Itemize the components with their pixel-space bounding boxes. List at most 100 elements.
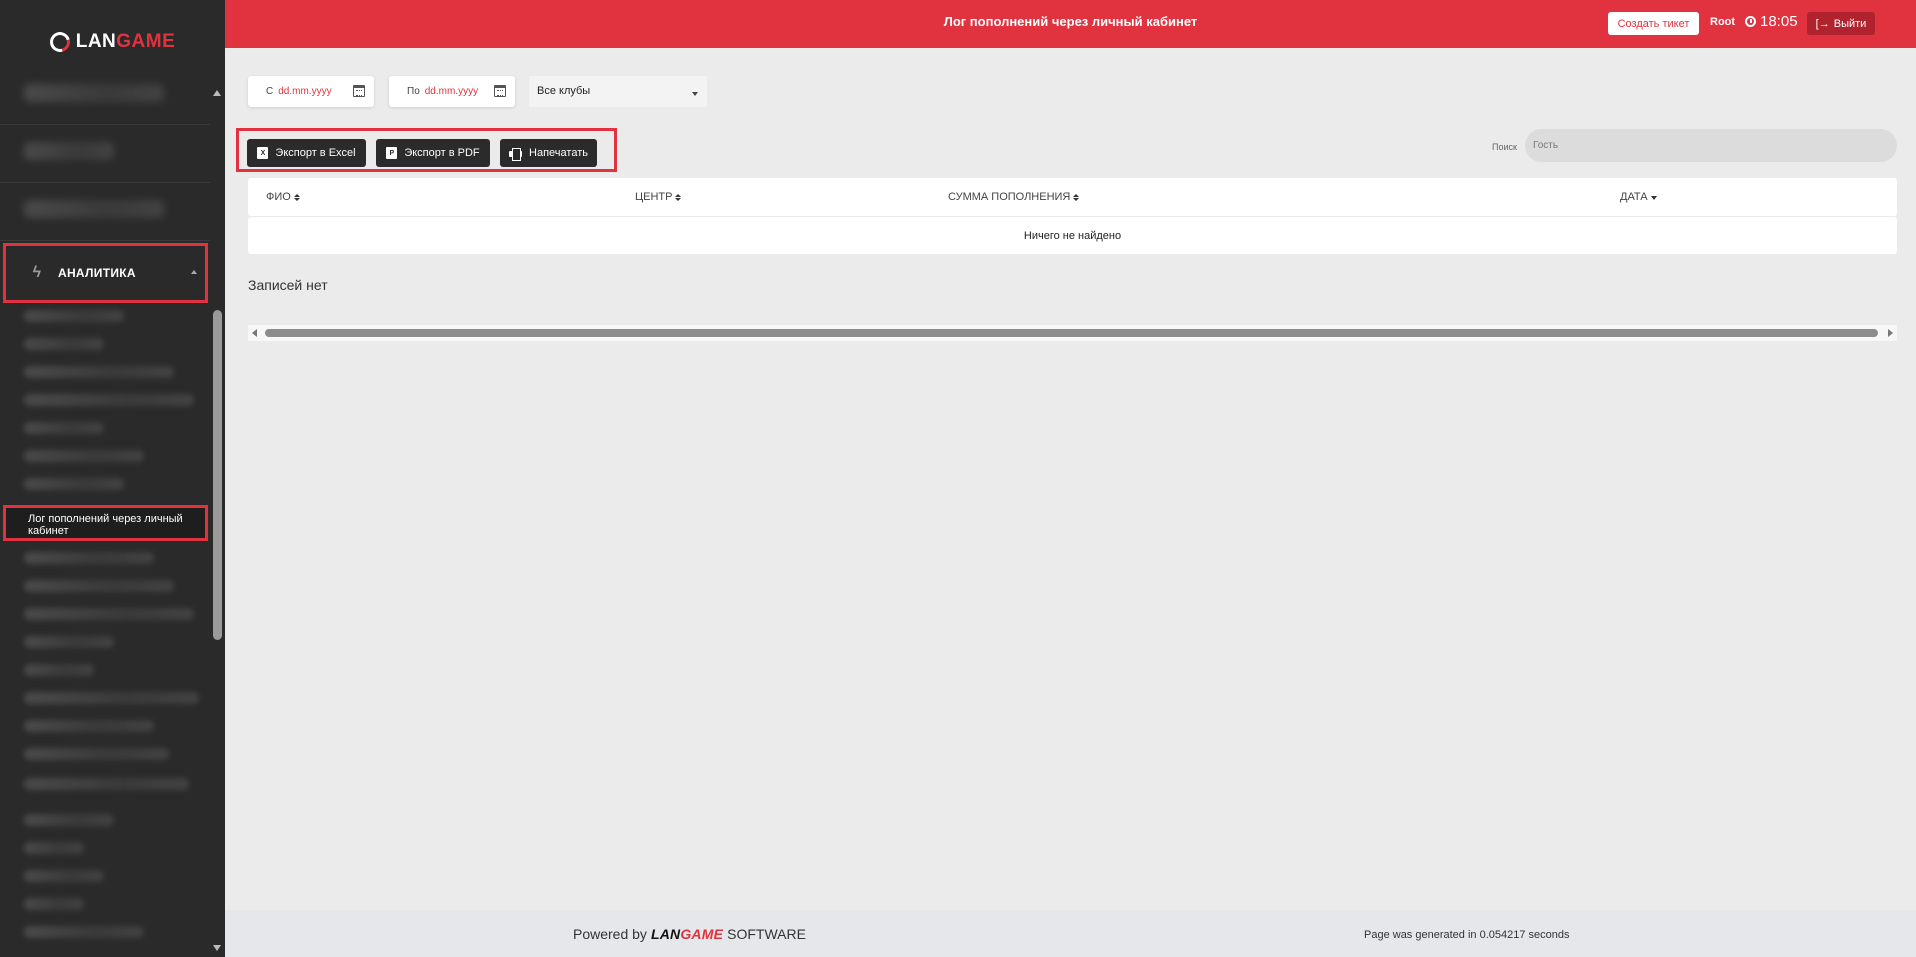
scroll-up-icon[interactable] <box>213 90 221 96</box>
excel-icon: X <box>257 147 269 159</box>
printer-icon <box>509 147 523 161</box>
logo[interactable]: LANGAME <box>0 0 225 84</box>
sidebar-section-label: АНАЛИТИКА <box>58 266 136 280</box>
logout-icon: [→ <box>1815 17 1830 30</box>
scroll-left-icon[interactable] <box>252 329 257 337</box>
export-excel-button[interactable]: X Экспорт в Excel <box>247 139 366 167</box>
sidebar-item-topup-log[interactable]: Лог пополнений через личный кабинет <box>3 505 208 541</box>
chevron-down-icon <box>692 92 698 96</box>
sidebar: LANGAME ϟ АНАЛИТИКА Лог пополнений через… <box>0 0 225 957</box>
sidebar-item-blurred[interactable] <box>24 200 164 218</box>
sidebar-item-blurred[interactable] <box>24 842 84 854</box>
horizontal-scrollbar-thumb[interactable] <box>265 329 1878 337</box>
sidebar-item-blurred[interactable] <box>24 748 169 760</box>
clock: 18:05 <box>1745 13 1798 30</box>
column-header-date[interactable]: ДАТА <box>1620 191 1657 203</box>
create-ticket-button[interactable]: Создать тикет <box>1608 12 1699 35</box>
footer-brand-software: SOFTWARE <box>727 926 806 942</box>
date-from-label: С <box>266 86 274 97</box>
sidebar-item-blurred[interactable] <box>24 720 154 732</box>
column-header-label: ЦЕНТР <box>635 191 673 203</box>
scroll-right-icon[interactable] <box>1888 329 1893 337</box>
pdf-icon: P <box>386 147 398 159</box>
horizontal-scrollbar[interactable] <box>248 325 1897 341</box>
logout-label: Выйти <box>1833 17 1867 30</box>
sidebar-item-blurred[interactable] <box>24 692 199 704</box>
sidebar-item-blurred[interactable] <box>24 814 114 826</box>
sidebar-item-blurred[interactable] <box>24 552 154 564</box>
sidebar-item-blurred[interactable] <box>24 478 124 490</box>
date-from-field[interactable]: С dd.mm.yyyy <box>248 76 374 107</box>
search-label: Поиск <box>1492 142 1517 152</box>
column-header-fio[interactable]: ФИО <box>266 191 300 203</box>
sidebar-item-blurred[interactable] <box>24 926 144 938</box>
header: Лог пополнений через личный кабинет Созд… <box>225 0 1916 48</box>
logo-icon <box>46 28 74 56</box>
sidebar-item-blurred[interactable] <box>24 580 174 592</box>
powered-by-label: Powered by <box>573 926 647 942</box>
sidebar-item-blurred[interactable] <box>24 394 194 406</box>
sidebar-item-blurred[interactable] <box>24 84 164 102</box>
date-to-field[interactable]: По dd.mm.yyyy <box>389 76 515 107</box>
sidebar-divider <box>0 240 210 241</box>
sidebar-item-blurred[interactable] <box>24 636 114 648</box>
logout-button[interactable]: [→ Выйти <box>1807 12 1875 35</box>
logo-suffix: GAME <box>116 31 176 52</box>
date-to-input[interactable]: dd.mm.yyyy <box>425 86 478 97</box>
date-to-label: По <box>407 86 420 97</box>
export-pdf-button[interactable]: P Экспорт в PDF <box>376 139 490 167</box>
search-input[interactable] <box>1525 129 1897 162</box>
sidebar-item-blurred[interactable] <box>24 608 194 620</box>
sidebar-item-blurred[interactable] <box>24 142 114 160</box>
sidebar-item-blurred[interactable] <box>24 310 124 322</box>
clock-time: 18:05 <box>1760 13 1798 30</box>
print-label: Напечатать <box>529 147 588 159</box>
records-info: Записей нет <box>248 277 328 293</box>
footer-brand-prefix: LAN <box>650 926 681 942</box>
sort-icon <box>293 193 300 201</box>
scroll-down-icon[interactable] <box>213 945 221 951</box>
column-header-amount[interactable]: СУММА ПОПОЛНЕНИЯ <box>948 191 1080 203</box>
clock-icon <box>1745 16 1756 27</box>
sidebar-divider <box>0 182 210 183</box>
club-select[interactable]: Все клубы <box>529 76 707 107</box>
scrollbar-thumb[interactable] <box>213 310 222 640</box>
table-empty-row: Ничего не найдено <box>248 217 1897 254</box>
user-name[interactable]: Root <box>1710 16 1735 28</box>
sidebar-divider <box>0 124 210 125</box>
generation-time: Page was generated in 0.054217 seconds <box>1364 929 1570 941</box>
footer-brand[interactable]: LANGAME <box>651 926 723 942</box>
column-header-center[interactable]: ЦЕНТР <box>635 191 682 203</box>
column-header-label: ДАТА <box>1620 191 1648 203</box>
footer: Powered by LANGAME SOFTWARE Page was gen… <box>225 910 1916 957</box>
footer-brand-suffix: GAME <box>680 926 724 942</box>
caret-up-icon <box>191 270 197 274</box>
export-pdf-label: Экспорт в PDF <box>404 147 480 159</box>
logo-prefix: LAN <box>75 31 117 52</box>
club-select-value: Все клубы <box>537 85 591 97</box>
sidebar-item-blurred[interactable] <box>24 898 84 910</box>
bolt-icon: ϟ <box>32 264 42 281</box>
sidebar-item-blurred[interactable] <box>24 870 104 882</box>
sidebar-item-blurred[interactable] <box>24 450 144 462</box>
sort-desc-icon <box>1650 196 1657 200</box>
sidebar-item-blurred[interactable] <box>24 366 174 378</box>
export-buttons-group: X Экспорт в Excel P Экспорт в PDF Напеча… <box>236 128 617 172</box>
sidebar-item-blurred[interactable] <box>24 338 104 350</box>
sidebar-item-blurred[interactable] <box>24 422 104 434</box>
sort-icon <box>675 193 682 201</box>
sidebar-item-label: Лог пополнений через личный кабинет <box>28 513 183 537</box>
sort-icon <box>1073 193 1080 201</box>
logo-text: LANGAME <box>76 31 176 53</box>
export-excel-label: Экспорт в Excel <box>275 147 356 159</box>
column-header-label: ФИО <box>266 191 291 203</box>
sidebar-item-blurred[interactable] <box>24 664 94 676</box>
print-button[interactable]: Напечатать <box>500 139 597 167</box>
calendar-icon[interactable] <box>353 85 365 97</box>
sidebar-item-blurred[interactable] <box>24 778 189 790</box>
date-from-input[interactable]: dd.mm.yyyy <box>278 86 331 97</box>
sidebar-section-analytics[interactable]: ϟ АНАЛИТИКА <box>3 243 208 303</box>
sidebar-scrollbar[interactable] <box>210 84 225 957</box>
table-header: ФИО ЦЕНТР СУММА ПОПОЛНЕНИЯ ДАТА <box>248 178 1897 216</box>
calendar-icon[interactable] <box>494 85 506 97</box>
